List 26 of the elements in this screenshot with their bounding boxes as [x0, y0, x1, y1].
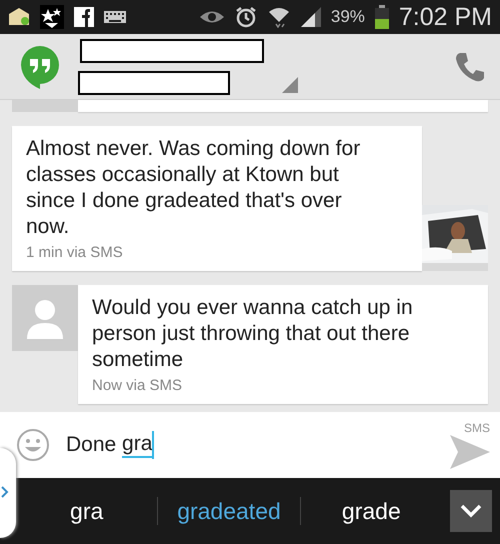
chevron-icon [1, 486, 9, 498]
battery-icon [374, 5, 389, 29]
message-meta: 1 min via SMS [26, 244, 124, 261]
clock-time: 7:02 PM [398, 2, 492, 32]
chevron-down-icon [460, 504, 482, 518]
expand-button[interactable] [450, 490, 492, 532]
dropdown-corner-icon [282, 77, 298, 93]
facebook-icon [74, 7, 94, 27]
wifi-icon [266, 6, 291, 28]
signal-icon [300, 7, 321, 27]
message-text: Would you ever wanna catch up in person just throwing that out there sometime [92, 295, 414, 373]
battery-percent: 39% [330, 7, 365, 27]
message-meta: Now via SMS [92, 377, 184, 394]
suggestion[interactable]: grade [300, 496, 442, 526]
alarm-icon [234, 6, 257, 28]
side-tab[interactable] [0, 448, 16, 538]
eye-icon [198, 9, 225, 25]
message-text: Almost never. Was coming down for classes occasionally at Ktown but since I done gradeated that's over now. [26, 136, 362, 240]
phone-icon[interactable] [454, 50, 486, 82]
suggestion[interactable]: gra [16, 496, 158, 526]
stars-icon [40, 5, 64, 29]
hangouts-logo-icon [20, 44, 60, 88]
suggestion[interactable]: gradeated [158, 496, 300, 526]
message-input-field[interactable]: Done gra [66, 431, 434, 459]
email-icon [8, 8, 30, 26]
keyboard-icon [104, 11, 126, 23]
